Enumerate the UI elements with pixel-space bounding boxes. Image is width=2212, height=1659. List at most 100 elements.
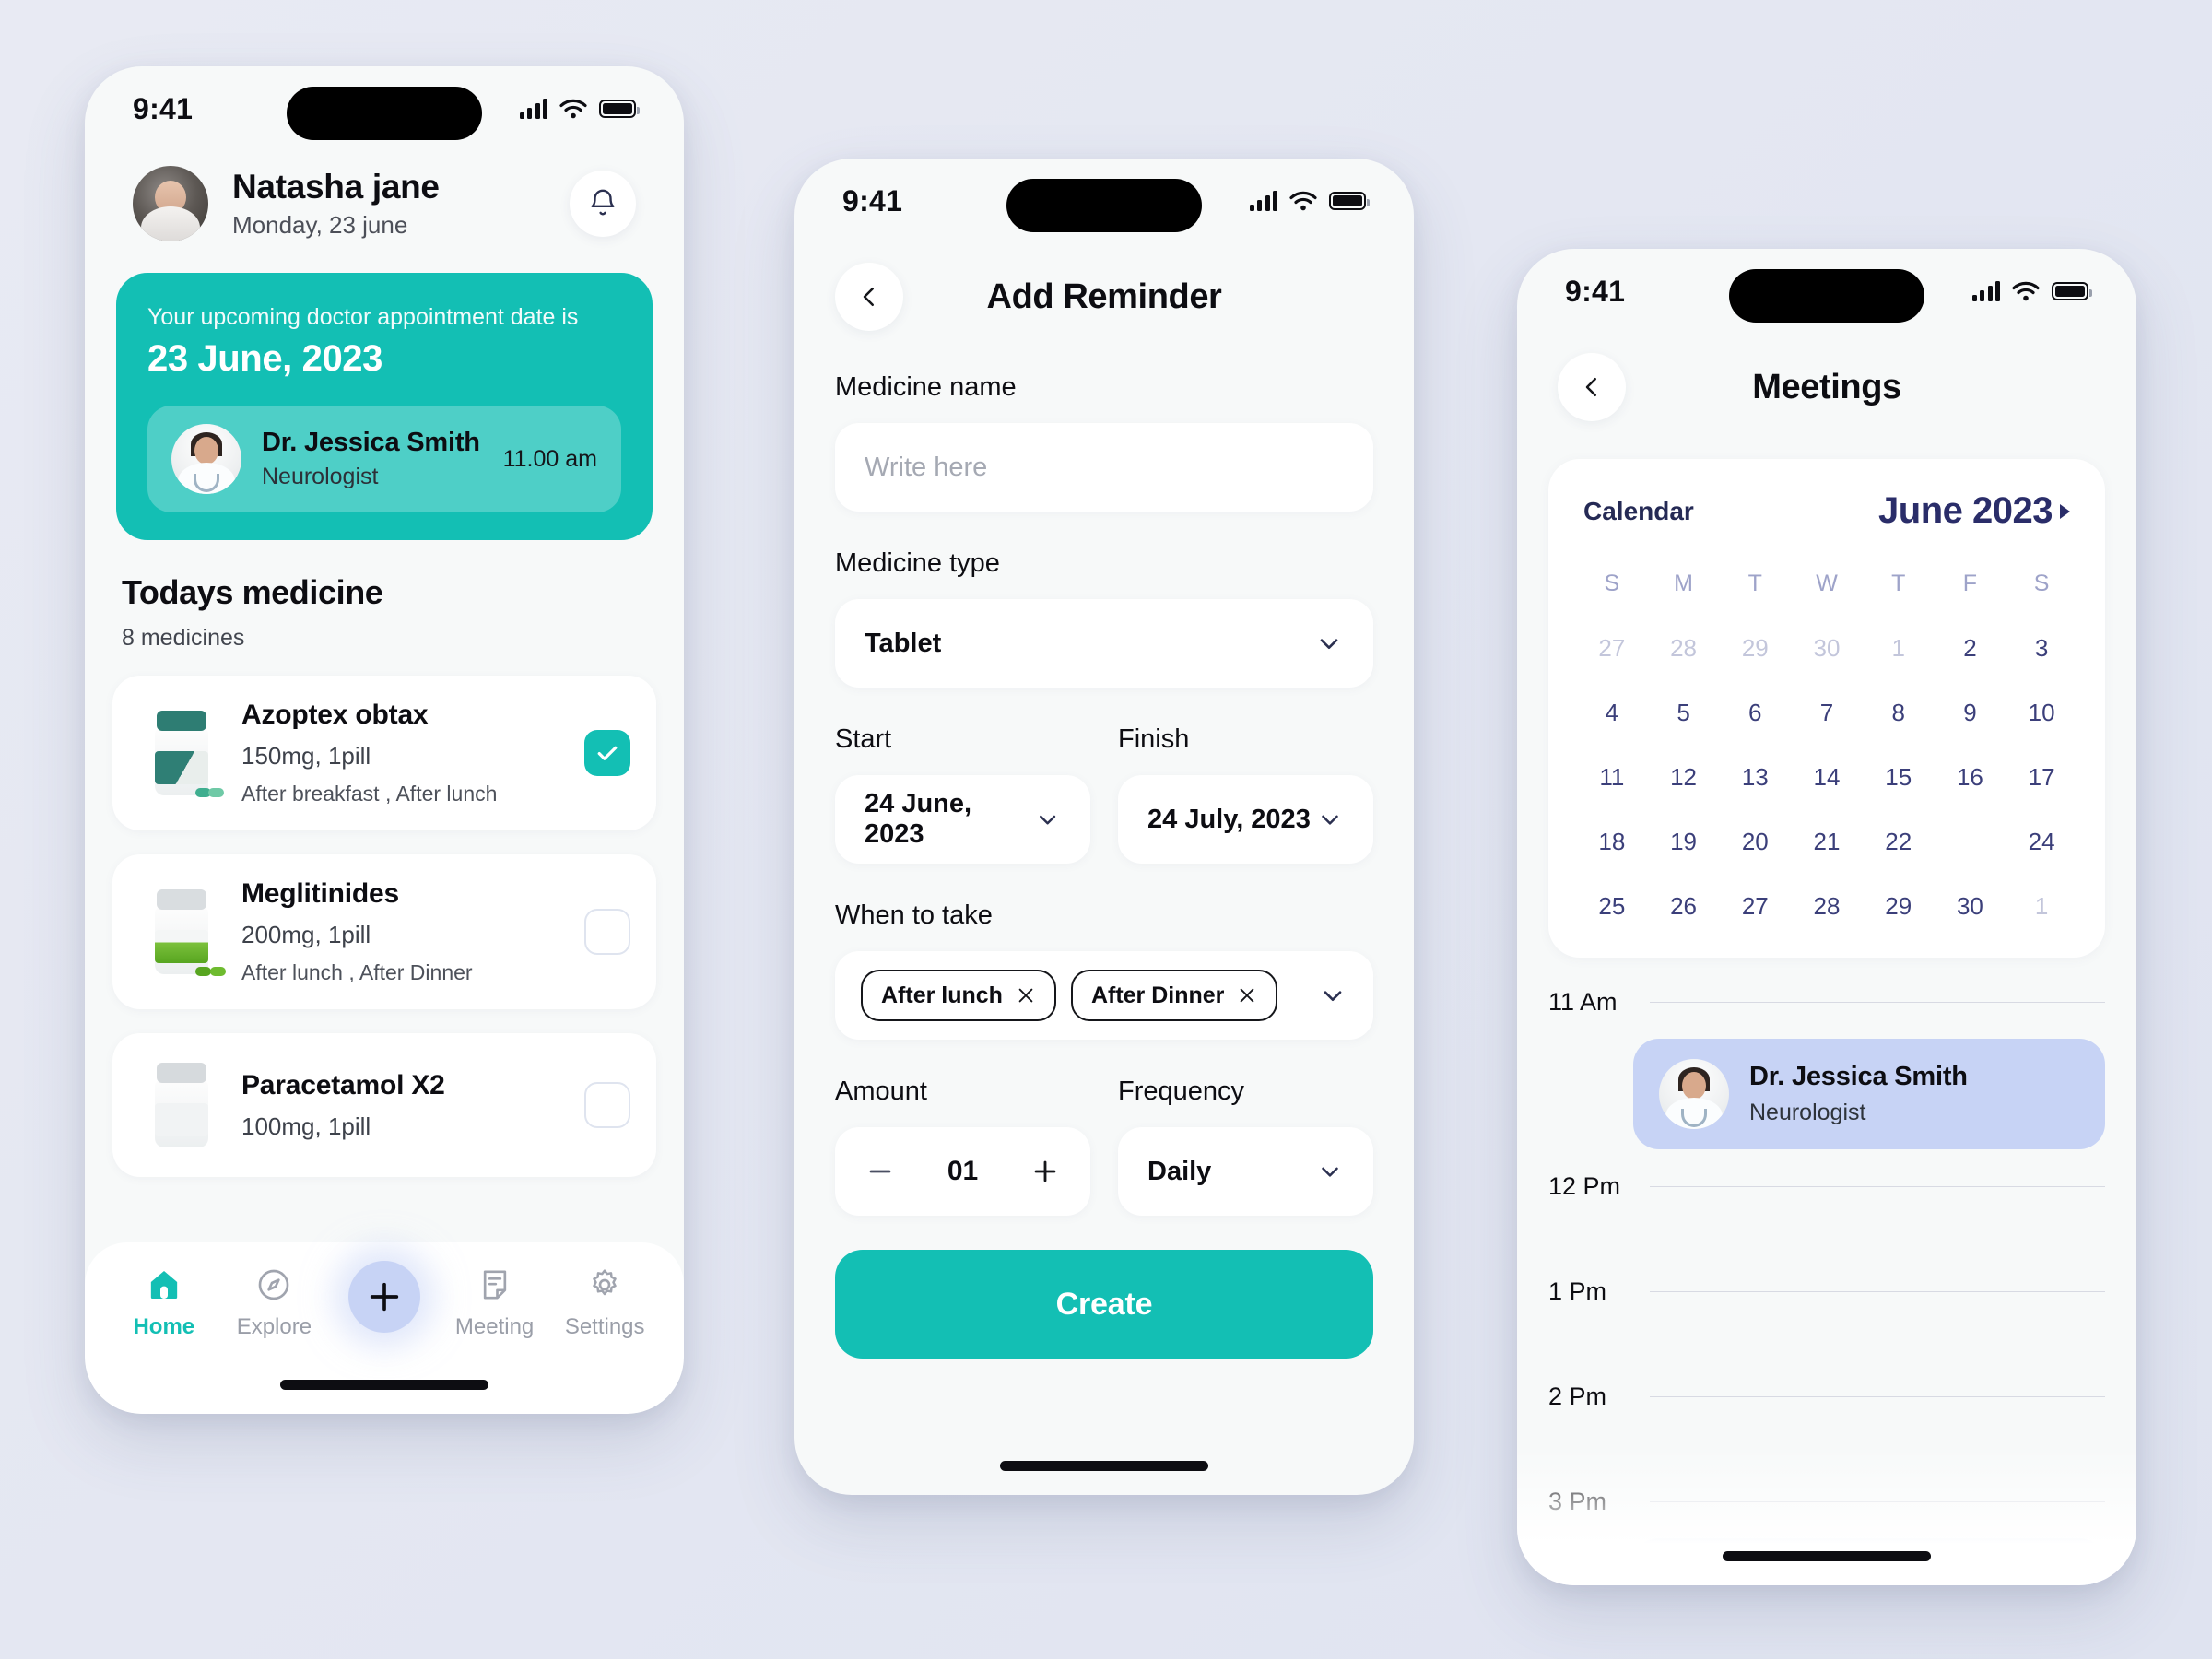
chevron-down-icon [1320,639,1338,649]
calendar-day[interactable]: 28 [1648,624,1720,672]
minus-icon[interactable] [865,1156,896,1187]
notification-button[interactable] [570,171,636,237]
calendar-day[interactable]: 24 [2006,818,2077,865]
amount-stepper[interactable]: 01 [835,1127,1090,1216]
document-icon [483,1270,506,1300]
calendar-day[interactable]: 5 [1648,688,1720,736]
status-bar-indicators [1971,281,2092,301]
calendar-day[interactable]: 30 [1935,882,2006,930]
meeting-card[interactable]: Dr. Jessica Smith Neurologist [1633,1039,2105,1149]
tab-explore[interactable]: Explore [223,1266,324,1340]
status-bar-indicators [1249,191,1370,211]
calendar-day[interactable]: 13 [1719,753,1791,801]
calendar-card: Calendar June 2023 S M T W T F S 27 28 29 30 1 2 3 4 5 6… [1548,459,2105,958]
meeting-doctor-name: Dr. Ted Mosby [1749,1561,1928,1585]
reminder-header: Add Reminder [794,243,1414,335]
plus-icon[interactable] [1030,1156,1061,1187]
meeting-doctor-name: Dr. Jessica Smith [1749,1062,1968,1091]
finish-date-select[interactable]: 24 July, 2023 [1118,775,1373,864]
home-icon [150,1271,177,1299]
calendar-day[interactable]: 4 [1576,688,1648,736]
calendar-day[interactable]: 28 [1791,882,1863,930]
when-to-take-select[interactable]: After lunch After Dinner [835,951,1373,1040]
calendar-grid[interactable]: S M T W T F S 27 28 29 30 1 2 3 4 5 6 7 8 9 10 11 12 13 14 15 16 17… [1576,559,2077,930]
doctor-specialty: Neurologist [262,464,379,489]
meeting-card[interactable]: Dr. Ted Mosby Pulmonologist [1633,1538,2105,1585]
calendar-day[interactable]: 29 [1863,882,1935,930]
when-chip[interactable]: After lunch [861,970,1056,1021]
calendar-day[interactable]: 25 [1576,882,1648,930]
month-selector[interactable]: June 2023 [1878,490,2070,532]
calendar-day[interactable]: 6 [1719,688,1791,736]
medicine-name-placeholder: Write here [865,452,988,482]
battery-icon [599,100,640,118]
hour-label: 1 Pm [1548,1277,1607,1305]
calendar-day[interactable]: 10 [2006,688,2077,736]
close-icon[interactable] [1237,985,1257,1006]
chevron-down-icon [1039,815,1055,825]
medicine-checkbox[interactable] [584,909,630,955]
tab-add[interactable] [334,1261,435,1333]
calendar-day[interactable]: 27 [1576,624,1648,672]
calendar-day[interactable]: 15 [1863,753,1935,801]
upcoming-appointment-card[interactable]: Your upcoming doctor appointment date is… [116,273,653,540]
phone-meetings-screen: 9:41 Meetings Calendar June 2023 S M T W… [1517,249,2136,1585]
medicine-checkbox[interactable] [584,730,630,776]
calendar-day[interactable]: 30 [1791,624,1863,672]
calendar-day[interactable]: 14 [1791,753,1863,801]
start-date-select[interactable]: 24 June, 2023 [835,775,1090,864]
medicine-checkbox[interactable] [584,1082,630,1128]
medicine-name: Meglitinides [241,878,399,909]
tab-settings[interactable]: Settings [554,1266,655,1340]
tab-meeting[interactable]: Meeting [444,1266,546,1340]
chevron-down-icon[interactable] [1318,981,1347,1010]
appointment-time: 11.00 am [502,445,597,472]
add-button[interactable] [347,1261,420,1333]
wifi-icon [1289,191,1317,211]
frequency-select[interactable]: Daily [1118,1127,1373,1216]
calendar-day[interactable]: 18 [1576,818,1648,865]
calendar-day[interactable]: 12 [1648,753,1720,801]
calendar-day[interactable]: 2 [1935,624,2006,672]
schedule-timeline: 11 Am Dr. Jessica Smith Neurologist 12 P… [1517,958,2136,1585]
hour-row: 12 Pm [1548,1166,2105,1206]
calendar-day[interactable]: 19 [1648,818,1720,865]
bell-icon [591,189,615,216]
hour-divider [1650,1001,2105,1003]
tab-label: Settings [564,1314,645,1339]
medicine-list-item[interactable]: Meglitinides 200mg, 1pill After lunch , … [112,854,656,1009]
calendar-day[interactable]: 22 [1863,818,1935,865]
medicine-type-select[interactable]: Tablet [835,599,1373,688]
close-icon[interactable] [1016,985,1036,1006]
calendar-day[interactable]: 11 [1576,753,1648,801]
calendar-day[interactable]: 17 [2006,753,2077,801]
calendar-day[interactable]: 21 [1791,818,1863,865]
calendar-day[interactable]: 1 [2006,882,2077,930]
amount-frequency-row: Amount 01 Frequency Daily [794,1040,1414,1216]
calendar-day[interactable]: 26 [1648,882,1720,930]
calendar-day[interactable]: 23 [1935,818,2006,865]
amount-value: 01 [947,1156,979,1186]
calendar-day[interactable]: 9 [1935,688,2006,736]
calendar-day[interactable]: 16 [1935,753,2006,801]
medicine-name-input[interactable]: Write here [835,423,1373,512]
appointment-doctor-row[interactable]: Dr. Jessica Smith Neurologist 11.00 am [147,406,621,512]
calendar-day[interactable]: 8 [1863,688,1935,736]
calendar-day[interactable]: 3 [2006,624,2077,672]
create-button[interactable]: Create [835,1250,1373,1359]
dynamic-island [1729,269,1924,323]
calendar-day[interactable]: 7 [1791,688,1863,736]
meetings-header: Meetings [1517,334,2136,426]
calendar-weekday: W [1816,571,1838,596]
dynamic-island [1006,179,1202,232]
medicine-schedule: After breakfast , After lunch [241,782,498,806]
calendar-day[interactable]: 27 [1719,882,1791,930]
calendar-day[interactable]: 20 [1719,818,1791,865]
medicine-list-item[interactable]: Paracetamol X2 100mg, 1pill [112,1033,656,1177]
tab-home[interactable]: Home [113,1266,215,1340]
hour-divider [1650,1500,2105,1502]
calendar-day[interactable]: 1 [1863,624,1935,672]
when-chip[interactable]: After Dinner [1070,970,1278,1021]
calendar-day[interactable]: 29 [1719,624,1791,672]
medicine-list-item[interactable]: Azoptex obtax 150mg, 1pill After breakfa… [112,676,656,830]
